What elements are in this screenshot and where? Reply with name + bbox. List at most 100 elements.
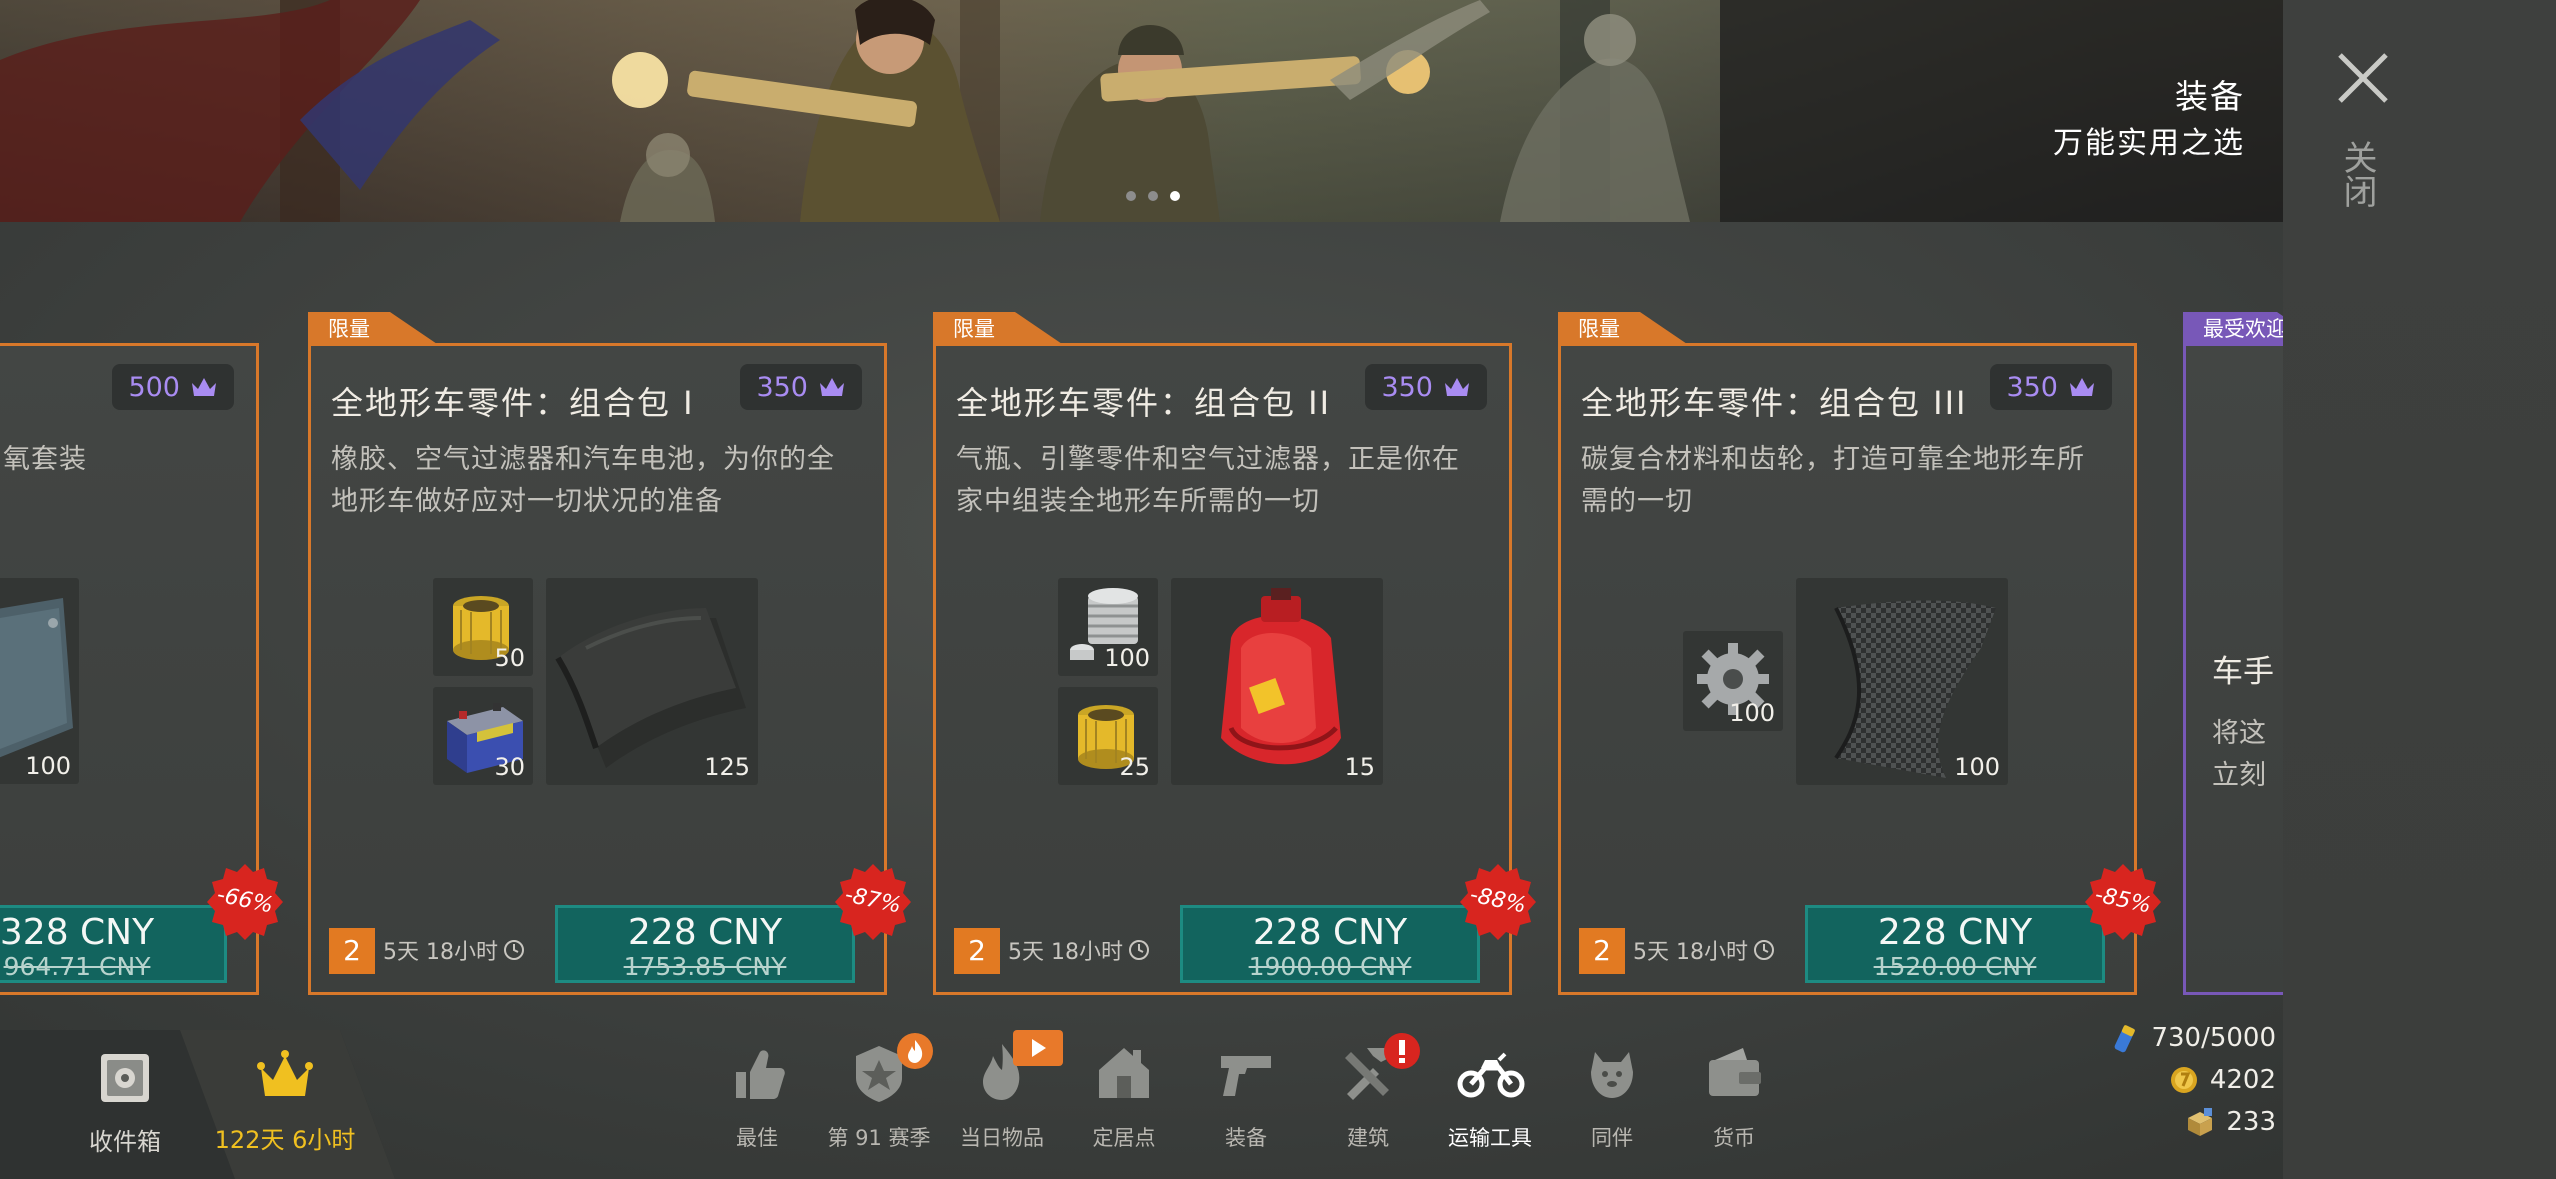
bundle-card-3[interactable]: 限量 全地形车零件：组合包 III 350 碳复合材料和齿轮，打造可靠全地形车所… xyxy=(1558,343,2161,995)
countdown-timer: 5天 18小时 xyxy=(1633,934,1776,966)
nav-best[interactable]: 最佳 xyxy=(702,1038,812,1152)
inbox-label: 收件箱 xyxy=(89,1128,161,1156)
card-title: 全地形车零件：组合包 I xyxy=(331,384,695,422)
discount-badge: -87% xyxy=(833,862,913,942)
thumbs-up-icon xyxy=(736,1050,785,1099)
countdown-value: 5天 18小时 xyxy=(1633,940,1748,965)
motorcycle-icon xyxy=(1457,1052,1525,1098)
crown-price-badge[interactable]: 350 xyxy=(1990,364,2112,410)
nav-settlement[interactable]: 定居点 xyxy=(1069,1038,1179,1152)
energy-resource[interactable]: 730/5000 xyxy=(2096,1022,2276,1054)
pager-dot[interactable] xyxy=(1126,191,1136,201)
purchase-limit-badge: 2 xyxy=(954,928,1000,974)
house-icon xyxy=(1099,1048,1149,1098)
crown-icon xyxy=(820,378,844,396)
vip-timer: 122天 6小时 xyxy=(214,1126,356,1154)
coin-icon xyxy=(2170,1067,2197,1093)
bundle-card-popular[interactable]: 最受欢迎 车手 将这 立刻 xyxy=(2183,343,2283,995)
nav-companion[interactable]: 同伴 xyxy=(1557,1038,1667,1152)
item-quantity: 100 xyxy=(1954,753,2000,781)
countdown-value: 5天 18小时 xyxy=(1008,940,1123,965)
bundle-item[interactable]: 100 xyxy=(1796,578,2008,785)
buy-button[interactable]: 228 CNY 1520.00 CNY xyxy=(1805,905,2105,983)
crown-icon xyxy=(2070,378,2094,396)
nav-label: 定居点 xyxy=(1092,1126,1156,1150)
inbox-button[interactable]: 收件箱 xyxy=(70,1040,180,1157)
crown-price-badge[interactable]: 350 xyxy=(740,364,862,410)
pager-dot-active[interactable] xyxy=(1170,191,1180,201)
video-badge-icon xyxy=(1013,1030,1063,1066)
item-quantity: 100 xyxy=(1729,699,1775,727)
countdown-value: 5天 18小时 xyxy=(383,940,498,965)
bundle-item[interactable]: 25 xyxy=(1058,687,1158,785)
crown-price-badge[interactable]: 350 xyxy=(1365,364,1487,410)
banner-artwork xyxy=(0,0,2283,222)
item-quantity: 100 xyxy=(1104,644,1150,672)
nav-daily-items[interactable]: 当日物品 xyxy=(947,1030,1063,1152)
coin-resource[interactable]: 4202 xyxy=(2096,1064,2276,1096)
close-label[interactable]: 关闭 xyxy=(2337,140,2380,208)
buy-button[interactable]: 228 CNY 1753.85 CNY xyxy=(555,905,855,983)
buy-button[interactable]: 228 CNY 1900.00 CNY xyxy=(1180,905,1480,983)
banner-pager[interactable] xyxy=(1126,191,1180,201)
nav-label: 同伴 xyxy=(1591,1126,1633,1150)
pistol-icon xyxy=(1221,1056,1271,1096)
nav-building[interactable]: 建筑 xyxy=(1313,1033,1423,1152)
clock-icon xyxy=(504,940,524,960)
item-quantity: 25 xyxy=(1119,753,1150,781)
clock-icon xyxy=(1129,940,1149,960)
item-quantity: 100 xyxy=(25,752,71,780)
purchase-limit-badge: 2 xyxy=(329,928,375,974)
nav-vehicles[interactable]: 运输工具 xyxy=(1435,1038,1545,1152)
sale-price: 228 CNY xyxy=(627,912,783,953)
bundle-item[interactable]: 50 xyxy=(433,578,533,676)
card-description: 橡胶、空气过滤器和汽车电池，为你的全地形车做好应对一切状况的准备 xyxy=(331,444,835,517)
sale-price: 228 CNY xyxy=(1877,912,2033,953)
crate-value: 233 xyxy=(2226,1107,2276,1137)
banner-title: 装备 xyxy=(2175,77,2245,116)
card-description: 气瓶、引擎零件和空气过滤器，正是你在家中组装全地形车所需的一切 xyxy=(956,444,1460,517)
nav-label: 建筑 xyxy=(1347,1126,1389,1150)
buy-button[interactable]: 328 CNY 964.71 CNY xyxy=(0,905,227,983)
bundle-card-partial[interactable]: 500 氧套装 100 328 CNY 964.71 CNY -66% xyxy=(0,343,283,995)
card-title: 全地形车零件：组合包 II xyxy=(956,384,1332,422)
limited-tag: 限量 xyxy=(933,312,1065,346)
energy-drink-icon xyxy=(2115,1025,2136,1053)
crown-icon xyxy=(1445,378,1469,396)
discount-badge: -88% xyxy=(1458,862,1538,942)
crown-price-value: 350 xyxy=(2006,371,2058,403)
nav-season[interactable]: 第 91 赛季 xyxy=(824,1033,934,1152)
pager-dot[interactable] xyxy=(1148,191,1158,201)
limited-tag: 限量 xyxy=(308,312,440,346)
bundle-card-1[interactable]: 限量 全地形车零件：组合包 I 350 橡胶、空气过滤器和汽车电池，为你的全地形… xyxy=(308,343,911,995)
nav-label: 装备 xyxy=(1225,1126,1267,1150)
original-price: 1753.85 CNY xyxy=(623,952,787,981)
crate-resource[interactable]: 233 xyxy=(2096,1106,2276,1138)
nav-label: 运输工具 xyxy=(1448,1126,1532,1150)
nav-equipment[interactable]: 装备 xyxy=(1191,1038,1301,1152)
crown-price-badge: 500 xyxy=(112,364,234,410)
clock-icon xyxy=(1754,940,1774,960)
discount-badge: -66% xyxy=(205,862,285,942)
crown-price-value: 500 xyxy=(128,371,180,403)
countdown-timer: 5天 18小时 xyxy=(383,934,526,966)
card-description: 碳复合材料和齿轮，打造可靠全地形车所需的一切 xyxy=(1581,444,2085,517)
alert-badge-icon xyxy=(1384,1033,1420,1069)
nav-label: 当日物品 xyxy=(960,1126,1044,1150)
limited-tag: 限量 xyxy=(1558,312,1690,346)
original-price: 964.71 CNY xyxy=(3,952,151,981)
bundle-item[interactable]: 30 xyxy=(433,687,533,785)
wallet-icon xyxy=(1709,1048,1761,1096)
bundle-item[interactable]: 125 xyxy=(546,578,758,785)
crate-icon xyxy=(2188,1108,2213,1136)
bundle-item[interactable]: 100 xyxy=(0,578,79,784)
vip-button[interactable]: 122天 6小时 xyxy=(210,1040,360,1155)
item-quantity: 15 xyxy=(1344,753,1375,781)
promo-banner[interactable]: 装备 万能实用之选 xyxy=(0,0,2283,222)
bundle-item[interactable]: 100 xyxy=(1058,578,1158,676)
bundle-item[interactable]: 15 xyxy=(1171,578,1383,785)
bundle-item[interactable]: 100 xyxy=(1683,631,1783,731)
bundle-card-2[interactable]: 限量 全地形车零件：组合包 II 350 气瓶、引擎零件和空气过滤器，正是你在家… xyxy=(933,343,1536,995)
nav-currency[interactable]: 货币 xyxy=(1679,1038,1789,1152)
close-icon[interactable] xyxy=(2330,45,2396,111)
